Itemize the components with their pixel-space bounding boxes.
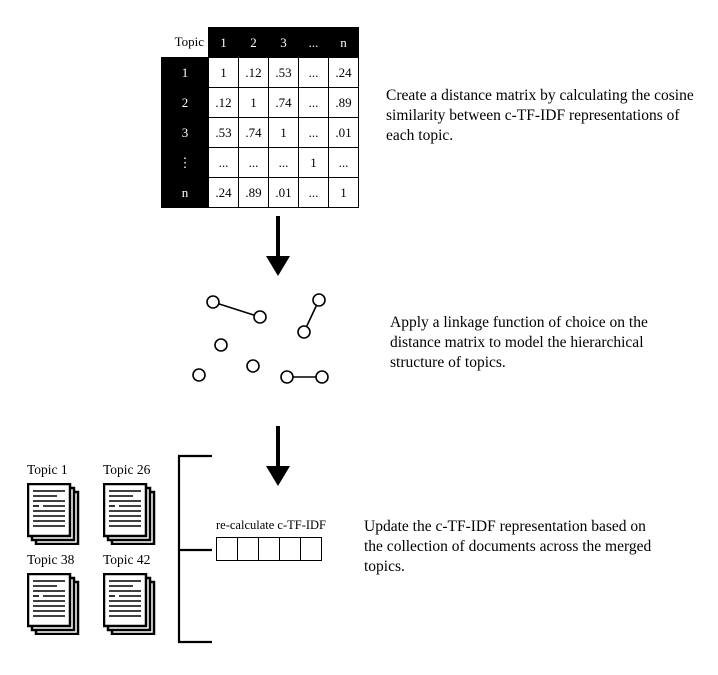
- linkage-node: [206, 295, 220, 309]
- matrix-cell: .53: [208, 117, 239, 148]
- matrix-col-header-2: 2: [238, 27, 269, 58]
- linkage-node: [315, 370, 329, 384]
- matrix-cell: 1: [238, 87, 269, 118]
- ctfidf-caption: re-calculate c-TF-IDF: [216, 518, 327, 532]
- matrix-cell: ...: [298, 177, 329, 208]
- linkage-node: [297, 325, 311, 339]
- matrix-row: ⋮ ... ... ... 1 ...: [161, 147, 359, 178]
- matrix-row: 3 .53 .74 1 ... .01: [161, 117, 359, 148]
- matrix-cell: 1: [328, 177, 359, 208]
- matrix-cell: ...: [238, 147, 269, 178]
- matrix-cell: .01: [268, 177, 299, 208]
- matrix-col-header-n: n: [328, 27, 359, 58]
- matrix-cell: .24: [208, 177, 239, 208]
- distance-matrix-table: Topic 1 2 3 ... n 1 1 .12 .53 ... .24 2 …: [161, 27, 359, 208]
- arrow-down-icon: [266, 216, 290, 276]
- matrix-header-row: Topic 1 2 3 ... n: [161, 27, 359, 58]
- matrix-row-header-ellipsis: ⋮: [161, 147, 209, 178]
- topic-group: Topic 1: [26, 462, 83, 550]
- ctfidf-cell: [301, 538, 321, 560]
- matrix-cell: 1: [298, 147, 329, 178]
- matrix-cell: 1: [208, 57, 239, 88]
- matrix-cell: ...: [298, 87, 329, 118]
- matrix-cell: 1: [268, 117, 299, 148]
- matrix-col-header-3: 3: [268, 27, 299, 58]
- ctfidf-cell-row: [216, 537, 322, 561]
- linkage-node: [253, 310, 267, 324]
- arrow-down-icon: [266, 426, 290, 486]
- ctfidf-cell: [217, 538, 238, 560]
- document-stack-icon: [26, 482, 80, 546]
- topic-label: Topic 1: [27, 462, 68, 477]
- ctfidf-cell: [238, 538, 259, 560]
- vertical-ellipsis-icon: ⋮: [178, 154, 192, 170]
- matrix-cell: ...: [208, 147, 239, 178]
- topic-group: Topic 42: [102, 552, 159, 640]
- matrix-row-header-2: 2: [161, 87, 209, 118]
- step-3-description: Update the c-TF-IDF representation based…: [364, 518, 652, 575]
- matrix-row-header-3: 3: [161, 117, 209, 148]
- document-stack-icon: [102, 482, 156, 546]
- distance-matrix: Topic 1 2 3 ... n 1 1 .12 .53 ... .24 2 …: [161, 27, 359, 208]
- matrix-cell: .53: [268, 57, 299, 88]
- matrix-cell: ...: [268, 147, 299, 178]
- document-stack-icon: [26, 572, 80, 636]
- matrix-row: 2 .12 1 .74 ... .89: [161, 87, 359, 118]
- linkage-node: [192, 368, 206, 382]
- linkage-node: [312, 293, 326, 307]
- matrix-row-header-1: 1: [161, 57, 209, 88]
- matrix-row: 1 1 .12 .53 ... .24: [161, 57, 359, 88]
- topic-label: Topic 26: [103, 462, 151, 477]
- matrix-cell: .12: [208, 87, 239, 118]
- matrix-col-header-1: 1: [208, 27, 239, 58]
- matrix-corner-label: Topic: [161, 27, 209, 58]
- linkage-scatter-plot: [192, 293, 329, 384]
- step-1-description: Create a distance matrix by calculating …: [386, 87, 694, 144]
- matrix-cell: .74: [268, 87, 299, 118]
- matrix-cell: .12: [238, 57, 269, 88]
- linkage-node: [214, 338, 228, 352]
- matrix-cell: .89: [238, 177, 269, 208]
- matrix-cell: ...: [298, 117, 329, 148]
- ctfidf-cell: [280, 538, 301, 560]
- topic-label: Topic 38: [27, 552, 75, 567]
- ctfidf-vector: re-calculate c-TF-IDF: [216, 518, 326, 561]
- matrix-cell: .89: [328, 87, 359, 118]
- matrix-cell: .01: [328, 117, 359, 148]
- matrix-cell: ...: [298, 57, 329, 88]
- ctfidf-cell: [259, 538, 280, 560]
- matrix-cell: .74: [238, 117, 269, 148]
- diagram-canvas: Topic 1 2 3 ... n 1 1 .12 .53 ... .24 2 …: [0, 0, 718, 675]
- matrix-cell: ...: [328, 147, 359, 178]
- step-2-description: Apply a linkage function of choice on th…: [390, 314, 648, 371]
- linkage-node: [246, 359, 260, 373]
- topic-group: Topic 38: [26, 552, 83, 640]
- linkage-node: [280, 370, 294, 384]
- topic-group: Topic 26: [102, 462, 159, 550]
- matrix-cell: .24: [328, 57, 359, 88]
- topic-label: Topic 42: [103, 552, 151, 567]
- linkage-edge: [212, 301, 261, 318]
- linkage-nodes: [192, 293, 329, 384]
- matrix-row: n .24 .89 .01 ... 1: [161, 177, 359, 208]
- matrix-row-header-n: n: [161, 177, 209, 208]
- document-stack-icon: [102, 572, 156, 636]
- matrix-col-header-ellipsis: ...: [298, 27, 329, 58]
